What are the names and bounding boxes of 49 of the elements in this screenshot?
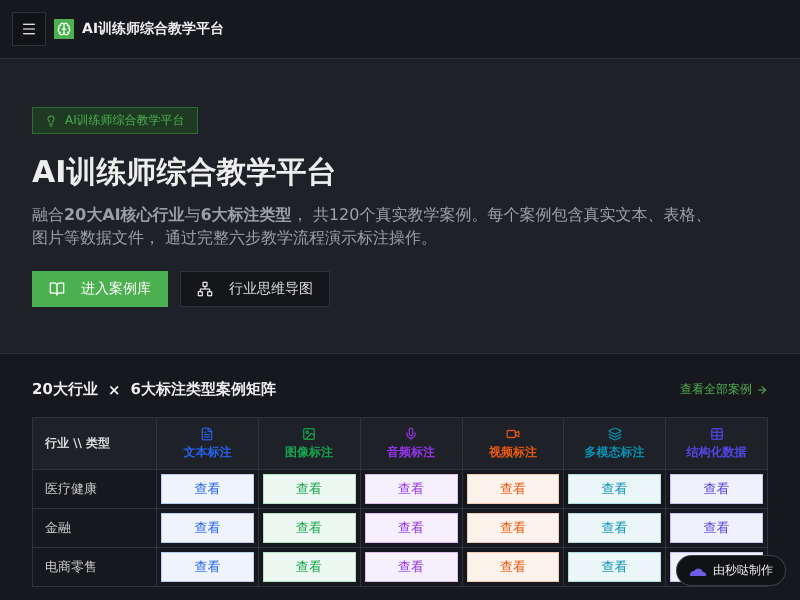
made-by-toast[interactable]: 由秒哒制作 (676, 555, 786, 586)
view-button[interactable]: 查看 (161, 552, 254, 582)
view-button[interactable]: 查看 (466, 474, 560, 504)
view-button[interactable]: 查看 (364, 552, 458, 582)
column-header: 音频标注 (360, 418, 462, 470)
column-header: 图像标注 (258, 418, 361, 470)
layers-icon (608, 426, 622, 440)
view-button[interactable]: 查看 (466, 513, 560, 543)
view-button[interactable]: 查看 (161, 513, 254, 543)
audio-icon (404, 426, 418, 440)
section-subtitle: 6大标注类型案例矩阵 (130, 380, 276, 399)
hierarchy-icon (197, 281, 213, 297)
hero-title: AI训练师综合教学平台 (32, 154, 338, 192)
hero-badge: AI训练师综合教学平台 (32, 107, 198, 134)
industry-cell: 金融 (33, 509, 157, 548)
view-button[interactable]: 查看 (568, 552, 662, 582)
view-button[interactable]: 查看 (262, 552, 356, 582)
view-button[interactable]: 查看 (262, 474, 356, 504)
view-button[interactable]: 查看 (568, 474, 662, 504)
mind-map-button[interactable]: 行业思维导图 (180, 271, 330, 307)
corner-header: 行业 \\ 类型 (33, 418, 157, 470)
column-header: 视频标注 (462, 418, 564, 470)
view-button[interactable]: 查看 (466, 552, 560, 582)
menu-button[interactable] (12, 12, 46, 46)
column-header: 结构化数据 (666, 418, 768, 470)
view-button[interactable]: 查看 (670, 513, 763, 543)
view-button[interactable]: 查看 (364, 513, 458, 543)
case-library-button[interactable]: 进入案例库 (32, 271, 168, 307)
image-icon (302, 426, 316, 440)
view-button[interactable]: 查看 (670, 474, 763, 504)
column-header: 多模态标注 (564, 418, 666, 470)
table-icon (710, 426, 724, 440)
view-button[interactable]: 查看 (568, 513, 662, 543)
arrow-right-icon (756, 384, 768, 396)
text-icon (200, 426, 214, 440)
view-button[interactable]: 查看 (161, 474, 254, 504)
view-all-link[interactable]: 查看全部案例 (680, 381, 768, 398)
view-button[interactable]: 查看 (262, 513, 356, 543)
industry-cell: 医疗健康 (33, 470, 157, 509)
column-header: 文本标注 (157, 418, 259, 470)
hero-description: 融合20大AI核心行业与6大标注类型， 共120个真实教学案例。每个案例包含真实文本、表格、图片等数据文件， 通过完整六步教学流程演示标注操作。 (32, 204, 712, 249)
brain-logo-icon (54, 19, 74, 39)
times-sign: × (108, 380, 120, 398)
view-button[interactable]: 查看 (364, 474, 458, 504)
section-title: 20大行业 (32, 380, 98, 399)
industry-cell: 电商零售 (33, 548, 157, 587)
app-title: AI训练师综合教学平台 (82, 20, 224, 38)
book-icon (49, 281, 65, 297)
menu-icon (21, 21, 37, 37)
